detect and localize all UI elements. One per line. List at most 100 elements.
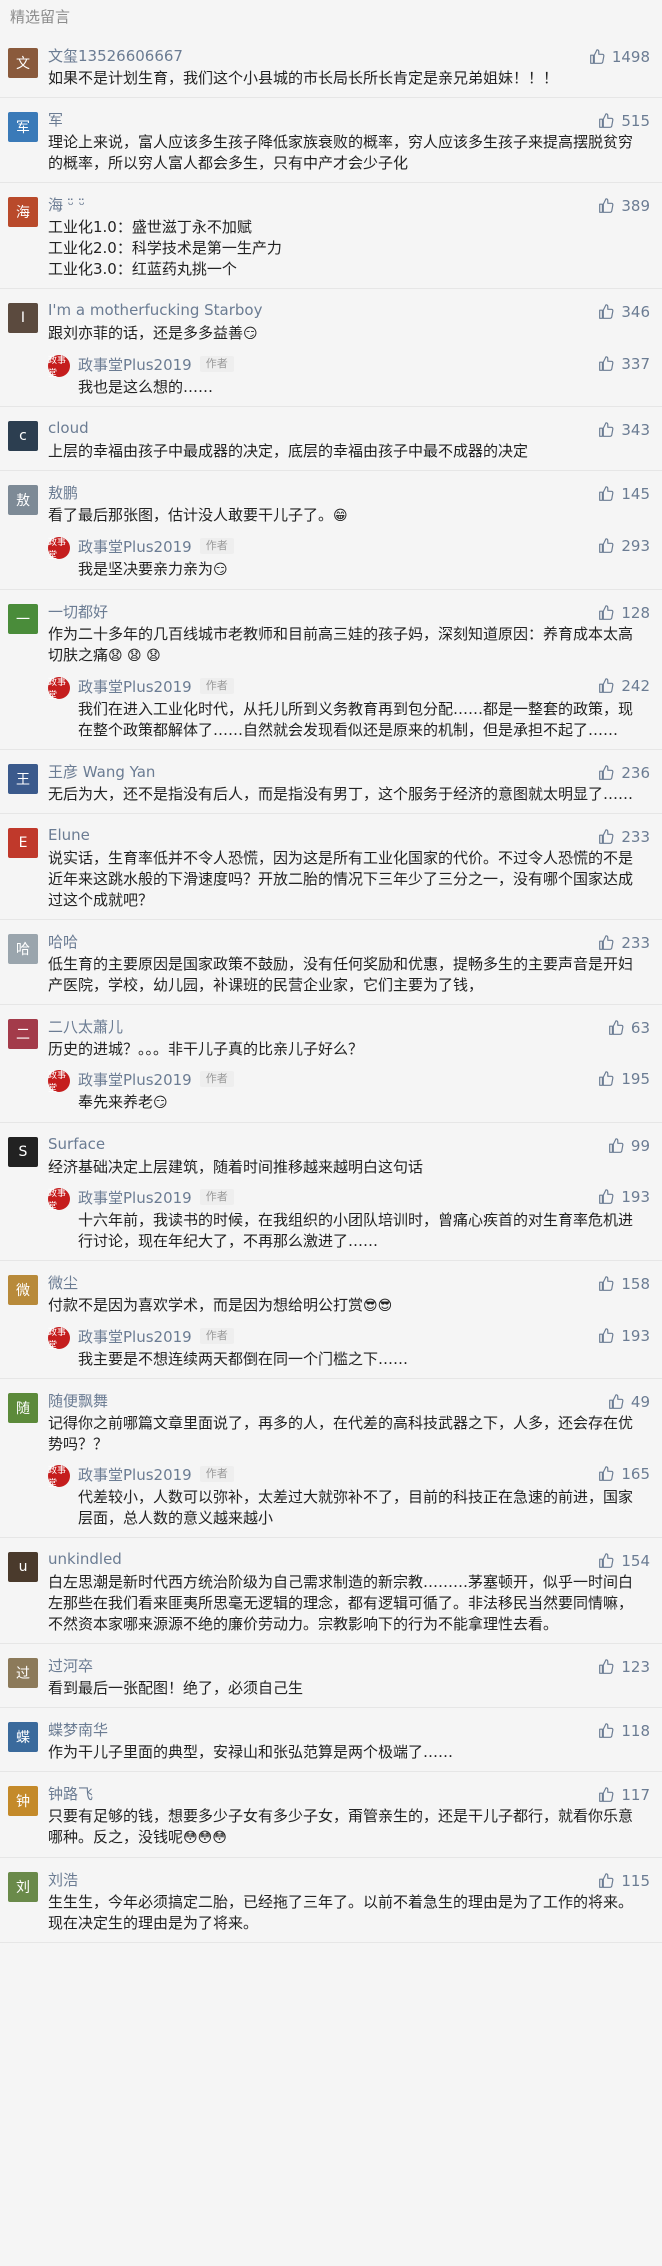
author-badge: 作者: [199, 1466, 234, 1482]
avatar[interactable]: 微: [8, 1275, 38, 1305]
like-count: 346: [621, 303, 650, 321]
author-name[interactable]: 政事堂Plus2019: [78, 1326, 192, 1347]
avatar[interactable]: u: [8, 1552, 38, 1582]
avatar[interactable]: 哈: [8, 934, 38, 964]
author-badge: 作者: [199, 1071, 234, 1087]
commenter-name[interactable]: 文玺13526606667: [48, 45, 183, 66]
author-avatar[interactable]: 政事堂: [48, 355, 70, 379]
commenter-name[interactable]: 一切都好: [48, 601, 108, 622]
reply-like-button[interactable]: 337: [597, 355, 650, 373]
author-avatar[interactable]: 政事堂: [48, 537, 70, 561]
commenter-name[interactable]: I'm a motherfucking Starboy: [48, 301, 262, 319]
emoji-icon: 😏: [213, 562, 228, 578]
comment-item: 过过河卒 123 看到最后一张配图！绝了，必须自己生: [0, 1644, 662, 1708]
like-button[interactable]: 145: [597, 485, 650, 503]
author-avatar[interactable]: 政事堂: [48, 1070, 70, 1094]
commenter-name[interactable]: 蝶梦南华: [48, 1719, 108, 1740]
commenter-name[interactable]: unkindled: [48, 1550, 122, 1568]
avatar[interactable]: 文: [8, 48, 38, 78]
commenter-name[interactable]: 微尘: [48, 1272, 78, 1293]
comment-item: 微微尘 158 付款不是因为喜欢学术，而是因为想给明公打赏😎😎 政事堂 政事堂Plus…: [0, 1261, 662, 1379]
avatar[interactable]: 二: [8, 1019, 38, 1049]
commenter-name[interactable]: cloud: [48, 419, 89, 437]
avatar[interactable]: 刘: [8, 1872, 38, 1902]
commenter-name[interactable]: 军: [48, 109, 63, 130]
like-button[interactable]: 63: [607, 1019, 650, 1037]
avatar[interactable]: 钟: [8, 1786, 38, 1816]
commenter-name[interactable]: 王彦 Wang Yan: [48, 761, 155, 782]
comment-item: 敖敖鹏 145 看了最后那张图，估计没人敢要干儿子了。😁 政事堂 政事堂Plus201…: [0, 471, 662, 590]
commenter-name[interactable]: 海 ᵕ̈ ᵕ̈: [48, 194, 85, 215]
like-button[interactable]: 154: [597, 1552, 650, 1570]
avatar[interactable]: S: [8, 1137, 38, 1167]
like-button[interactable]: 115: [597, 1872, 650, 1890]
thumbs-up-icon: [599, 765, 614, 780]
like-button[interactable]: 343: [597, 421, 650, 439]
author-name[interactable]: 政事堂Plus2019: [78, 1069, 192, 1090]
avatar[interactable]: 王: [8, 764, 38, 794]
author-avatar[interactable]: 政事堂: [48, 1188, 70, 1212]
avatar[interactable]: 海: [8, 197, 38, 227]
like-button[interactable]: 389: [597, 197, 650, 215]
reply-like-button[interactable]: 165: [597, 1465, 650, 1483]
avatar[interactable]: 过: [8, 1658, 38, 1688]
avatar[interactable]: 敖: [8, 485, 38, 515]
like-button[interactable]: 515: [597, 112, 650, 130]
like-button[interactable]: 346: [597, 303, 650, 321]
commenter-name[interactable]: 过河卒: [48, 1655, 93, 1676]
reply-header: 政事堂Plus2019 作者: [78, 1186, 648, 1208]
avatar[interactable]: 蝶: [8, 1722, 38, 1752]
like-count: 118: [621, 1722, 650, 1740]
avatar[interactable]: 一: [8, 604, 38, 634]
avatar[interactable]: 随: [8, 1393, 38, 1423]
reply-like-button[interactable]: 193: [597, 1327, 650, 1345]
author-name[interactable]: 政事堂Plus2019: [78, 354, 192, 375]
avatar[interactable]: 军: [8, 112, 38, 142]
comment-header: 蝶梦南华: [48, 1718, 648, 1740]
like-button[interactable]: 128: [597, 604, 650, 622]
author-name[interactable]: 政事堂Plus2019: [78, 1464, 192, 1485]
section-title: 精选留言: [10, 8, 71, 26]
avatar[interactable]: E: [8, 828, 38, 858]
like-button[interactable]: 236: [597, 764, 650, 782]
like-button[interactable]: 158: [597, 1275, 650, 1293]
author-avatar[interactable]: 政事堂: [48, 1465, 70, 1489]
commenter-name[interactable]: 钟路飞: [48, 1783, 93, 1804]
reply-like-button[interactable]: 193: [597, 1188, 650, 1206]
reply-like-button[interactable]: 242: [597, 677, 650, 695]
like-button[interactable]: 233: [597, 828, 650, 846]
author-reply: 政事堂 政事堂Plus2019 作者 193 我主要是不想连续两天都倒在同一个门槛之下…: [48, 1325, 650, 1370]
like-count: 515: [621, 112, 650, 130]
reply-like-button[interactable]: 195: [597, 1070, 650, 1088]
emoji-icon: 😏: [243, 326, 258, 342]
like-button[interactable]: 99: [607, 1137, 650, 1155]
like-button[interactable]: 1498: [588, 48, 650, 66]
author-avatar[interactable]: 政事堂: [48, 677, 70, 701]
commenter-name[interactable]: Surface: [48, 1135, 105, 1153]
avatar[interactable]: c: [8, 421, 38, 451]
author-avatar[interactable]: 政事堂: [48, 1327, 70, 1351]
thumbs-up-icon: [599, 1787, 614, 1802]
commenter-name[interactable]: 敖鹏: [48, 482, 78, 503]
like-button[interactable]: 117: [597, 1786, 650, 1804]
commenter-name[interactable]: 随便飘舞: [48, 1390, 108, 1411]
avatar[interactable]: I: [8, 303, 38, 333]
comment-item: S Surface 99 经济基础决定上层建筑，随着时间推移越来越明白这句话 政事堂政…: [0, 1123, 662, 1261]
author-reply: 政事堂 政事堂Plus2019 作者 293 我是坚决要亲力亲为😏: [48, 535, 650, 581]
like-button[interactable]: 118: [597, 1722, 650, 1740]
thumbs-up-icon: [599, 538, 614, 553]
commenter-name[interactable]: 刘浩: [48, 1869, 78, 1890]
like-button[interactable]: 123: [597, 1658, 650, 1676]
reply-like-button[interactable]: 293: [597, 537, 650, 555]
comment-text: 无后为大，还不是指没有后人，而是指没有男丁，这个服务于经济的意图就太明显了……: [48, 785, 634, 803]
comment-text: 我们在进入工业化时代，从托儿所到义务教育再到包分配……都是一整套的政策，现在整个…: [78, 700, 634, 739]
commenter-name[interactable]: 二八太蕭儿: [48, 1016, 123, 1037]
commenter-name[interactable]: Elune: [48, 826, 90, 844]
author-name[interactable]: 政事堂Plus2019: [78, 1187, 192, 1208]
like-button[interactable]: 49: [607, 1393, 650, 1411]
commenter-name[interactable]: 哈哈: [48, 931, 78, 952]
author-name[interactable]: 政事堂Plus2019: [78, 676, 192, 697]
like-button[interactable]: 233: [597, 934, 650, 952]
author-name[interactable]: 政事堂Plus2019: [78, 536, 192, 557]
like-count: 1498: [611, 48, 650, 66]
